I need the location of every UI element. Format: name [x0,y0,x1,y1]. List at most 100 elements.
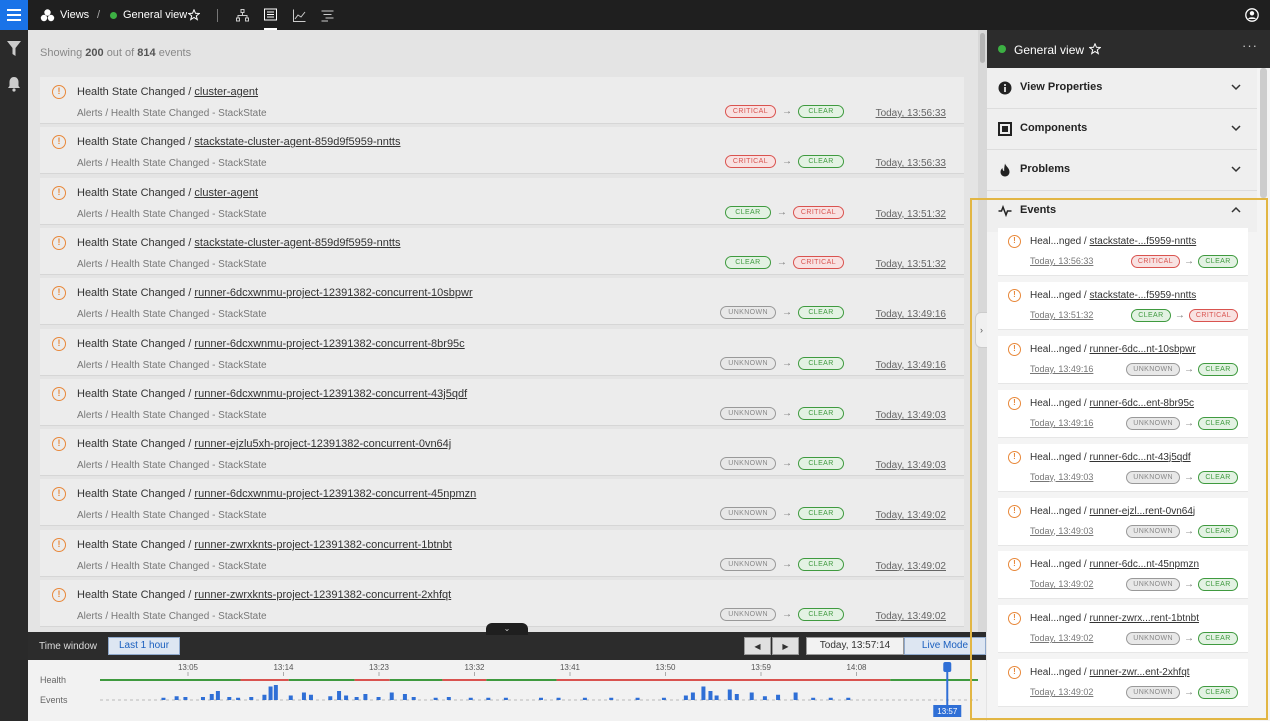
component-link[interactable]: runner-zwrx...rent-1btnbt [1090,613,1200,624]
event-time-link[interactable]: Today, 13:49:16 [876,309,946,320]
sidebar-event-row[interactable]: ! Heal...nged / runner-6dc...nt-10sbpwr To… [998,335,1248,384]
event-time-link[interactable]: Today, 13:49:03 [1030,526,1093,536]
event-time-link[interactable]: Today, 13:49:16 [1030,418,1093,428]
top-bar: Views / General view [0,0,1270,30]
component-link[interactable]: runner-6dcxwnmu-project-12391382-concurr… [194,488,476,500]
event-row[interactable]: ! Health State Changed / cluster-agent Ale… [40,177,964,225]
state-transition: UNKNOWN → CLEAR [1126,416,1238,430]
timeline-expand-button[interactable]: ⌄ [486,623,528,635]
state-transition: UNKNOWN → CLEAR [1126,686,1238,700]
event-time-link[interactable]: Today, 13:49:02 [876,561,946,572]
traces-view-button[interactable] [321,0,334,30]
event-row[interactable]: ! Health State Changed / stackstate-clust… [40,227,964,275]
event-time-link[interactable]: Today, 13:49:02 [876,510,946,521]
component-link[interactable]: stackstate-...f5959-nntts [1090,236,1197,247]
current-view-breadcrumb[interactable]: General view [110,0,187,30]
component-link[interactable]: runner-zwrxknts-project-12391382-concurr… [194,589,451,601]
star-icon[interactable] [1089,43,1101,55]
component-link[interactable]: runner-6dc...nt-45npmzn [1090,559,1200,570]
scrollbar-thumb[interactable] [980,33,985,63]
notifications-button[interactable] [5,75,23,93]
component-link[interactable]: stackstate-cluster-agent-859d9f5959-nntt… [194,136,400,148]
timeline[interactable]: Health Events 13:05 13:14 13:23 13:32 13:41 1… [28,660,986,721]
event-time-link[interactable]: Today, 13:49:16 [876,360,946,371]
component-link[interactable]: stackstate-cluster-agent-859d9f5959-nntt… [194,237,400,249]
event-time-link[interactable]: Today, 13:56:33 [1030,256,1093,266]
event-row[interactable]: ! Health State Changed / runner-6dcxwnmu-… [40,278,964,326]
event-row[interactable]: ! Health State Changed / stackstate-clust… [40,127,964,175]
event-source: Alerts / Health State Changed - StackSta… [77,258,267,270]
event-type: Health State Changed [77,589,186,601]
event-time-link[interactable]: Today, 13:56:33 [876,158,946,169]
main-menu-button[interactable] [0,0,28,30]
event-time-link[interactable]: Today, 13:51:32 [876,209,946,220]
component-link[interactable]: runner-6dc...nt-10sbpwr [1090,344,1196,355]
filter-button[interactable] [5,40,23,58]
sidebar-event-row[interactable]: ! Heal...nged / stackstate-...f5959-nntts… [998,228,1248,276]
timeline-chart[interactable]: 13:05 13:14 13:23 13:32 13:41 13:50 13:59 14:08… [28,660,986,721]
section-view-properties[interactable]: View Properties [987,68,1257,109]
sidebar-event-row[interactable]: ! Heal...nged / stackstate-...f5959-nntts… [998,281,1248,330]
current-time-display[interactable]: Today, 13:57:14 [806,637,904,655]
step-back-button[interactable]: ◀ [744,637,771,655]
views-breadcrumb[interactable]: Views [40,0,89,30]
more-options-icon[interactable]: ··· [1242,38,1258,53]
event-time-link[interactable]: Today, 13:49:03 [1030,472,1093,482]
event-row[interactable]: ! Health State Changed / runner-6dcxwnmu-… [40,328,964,376]
event-row[interactable]: ! Health State Changed / cluster-agent Ale… [40,77,964,124]
right-panel-scrollbar[interactable] [1260,68,1267,198]
event-row[interactable]: ! Health State Changed / runner-ejzlu5xh-… [40,429,964,477]
section-problems[interactable]: Problems [987,150,1257,191]
time-window-button[interactable]: Last 1 hour [108,637,181,655]
event-time-link[interactable]: Today, 13:56:33 [876,108,946,119]
event-row[interactable]: ! Health State Changed / runner-zwrxknts-… [40,580,964,627]
event-time-link[interactable]: Today, 13:49:03 [876,460,946,471]
chevron-down-icon [1231,166,1241,173]
component-link[interactable]: runner-zwrxknts-project-12391382-concurr… [194,539,451,551]
warning-icon: ! [52,286,66,301]
section-events[interactable]: Events [987,191,1257,232]
component-link[interactable]: cluster-agent [194,187,258,199]
event-row[interactable]: ! Health State Changed / runner-zwrxknts-… [40,529,964,577]
state-badge: CLEAR [798,406,844,420]
event-time-link[interactable]: Today, 13:49:03 [876,410,946,421]
collapse-panel-toggle[interactable]: › [975,312,987,348]
event-time-link[interactable]: Today, 13:49:02 [1030,579,1093,589]
sidebar-event-row[interactable]: ! Heal...nged / runner-ejzl...rent-0vn64j… [998,497,1248,546]
component-link[interactable]: cluster-agent [194,86,258,98]
component-link[interactable]: runner-ejzl...rent-0vn64j [1090,506,1196,517]
component-link[interactable]: stackstate-...f5959-nntts [1090,290,1197,301]
telemetry-view-button[interactable] [293,0,306,30]
sidebar-event-row[interactable]: ! Heal...nged / runner-6dc...nt-43j5qdf To… [998,443,1248,492]
topology-view-button[interactable] [236,0,249,30]
component-link[interactable]: runner-ejzlu5xh-project-12391382-concurr… [194,438,451,450]
events-view-button[interactable] [264,0,277,30]
event-bar [661,697,666,700]
event-time-link[interactable]: Today, 13:49:02 [1030,687,1093,697]
state-transition: UNKNOWN → CLEAR [720,306,844,320]
component-link[interactable]: runner-6dcxwnmu-project-12391382-concurr… [194,287,472,299]
section-components[interactable]: Components [987,109,1257,150]
event-title: Health State Changed / runner-zwrxknts-p… [77,538,452,551]
sidebar-event-row[interactable]: ! Heal...nged / runner-6dc...ent-8br95c To… [998,389,1248,438]
event-time-link[interactable]: Today, 13:51:32 [1030,310,1093,320]
event-time-link[interactable]: Today, 13:49:02 [876,611,946,622]
live-mode-button[interactable]: Live Mode [904,637,986,655]
component-link[interactable]: runner-zwr...ent-2xhfqt [1090,667,1190,678]
sidebar-event-row[interactable]: ! Heal...nged / runner-6dc...nt-45npmzn To… [998,551,1248,600]
component-link[interactable]: runner-6dc...ent-8br95c [1090,398,1195,409]
event-time-link[interactable]: Today, 13:49:16 [1030,364,1093,374]
sidebar-event-row[interactable]: ! Heal...nged / runner-zwrx...rent-1btnbt… [998,605,1248,654]
favorite-star-button[interactable] [188,0,200,30]
event-time-link[interactable]: Today, 13:51:32 [876,259,946,270]
event-time-link[interactable]: Today, 13:49:02 [1030,633,1093,643]
component-link[interactable]: runner-6dc...nt-43j5qdf [1090,452,1191,463]
step-forward-button[interactable]: ▶ [772,637,799,655]
component-link[interactable]: runner-6dcxwnmu-project-12391382-concurr… [194,388,467,400]
event-row[interactable]: ! Health State Changed / runner-6dcxwnmu-… [40,378,964,426]
event-source: Alerts / Health State Changed - StackSta… [77,108,267,119]
sidebar-event-row[interactable]: ! Heal...nged / runner-zwr...ent-2xhfqt To… [998,659,1248,708]
component-link[interactable]: runner-6dcxwnmu-project-12391382-concurr… [194,338,464,350]
user-account-button[interactable] [1245,0,1259,30]
event-row[interactable]: ! Health State Changed / runner-6dcxwnmu-… [40,479,964,527]
